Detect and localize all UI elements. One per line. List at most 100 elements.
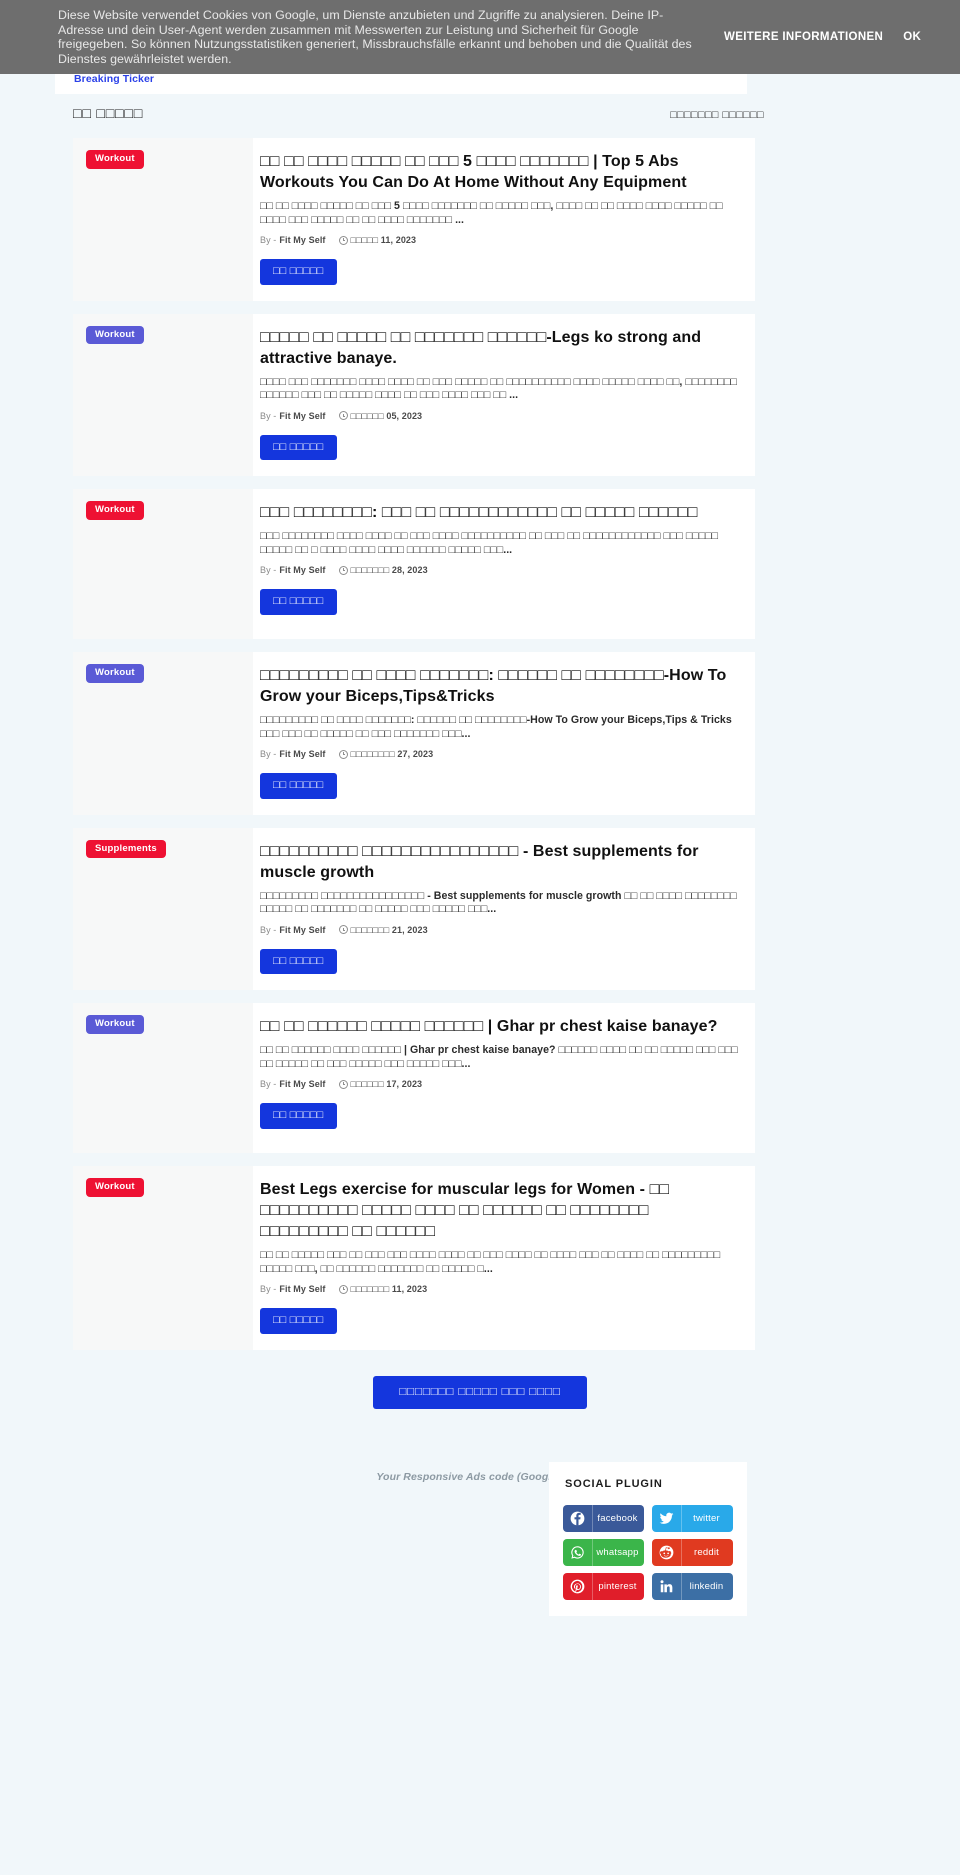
cookie-more-info-button[interactable]: WEITERE INFORMATIONEN	[724, 31, 883, 43]
pinterest-icon	[563, 1573, 593, 1600]
post-body: Best Legs exercise for muscular legs for…	[253, 1166, 755, 1350]
post-date: □□□□□□ 05, 2023	[350, 410, 423, 421]
post-author[interactable]: Fit My Self	[279, 749, 325, 759]
clock-icon	[338, 411, 348, 421]
load-more-button[interactable]: □□□□□□□ □□□□□ □□□ □□□□	[373, 1375, 587, 1409]
whatsapp-icon	[563, 1539, 593, 1566]
cookie-consent-banner: Diese Website verwendet Cookies von Goog…	[0, 0, 960, 75]
post-by-label: By -	[260, 1284, 277, 1295]
post-category-tag[interactable]: Workout	[86, 150, 144, 169]
post-meta: By - Fit My Self □□□□□□□□ 27, 2023	[260, 749, 739, 759]
post-title[interactable]: □□□ □□□□□□□□: □□□ □□ □□□□□□□□□□□□ □□ □□□…	[260, 502, 739, 523]
social-button-label: twitter	[693, 1513, 720, 1524]
post-meta: By - Fit My Self □□□□□□□ 11, 2023	[260, 1284, 739, 1294]
post-author[interactable]: Fit My Self	[279, 411, 325, 421]
post-by-label: By -	[260, 235, 277, 246]
post-meta: By - Fit My Self □□□□□□□ 21, 2023	[260, 925, 739, 935]
read-more-button[interactable]: □□ □□□□□	[260, 1103, 337, 1129]
post-thumbnail: Workout	[73, 1003, 253, 1154]
post-category-tag[interactable]: Workout	[86, 1178, 144, 1197]
post-thumbnail: Workout	[73, 138, 253, 301]
post-card: Workout □□□□□□□□□ □□ □□□□ □□□□□□□: □□□□□□…	[73, 652, 755, 815]
post-snippet: □□□□ □□□ □□□□□□□ □□□□ □□□□ □□ □□□ □□□□□ …	[260, 375, 737, 402]
post-category-tag[interactable]: Workout	[86, 501, 144, 520]
post-thumbnail: Workout	[73, 652, 253, 815]
read-more-button[interactable]: □□ □□□□□	[260, 589, 337, 615]
post-title[interactable]: □□ □□ □□□□□□ □□□□□ □□□□□□ | Ghar pr ches…	[260, 1016, 739, 1037]
post-snippet: □□□□□□□□□ □□ □□□□ □□□□□□□: □□□□□□ □□ □□□…	[260, 714, 732, 740]
social-button-pinterest[interactable]: pinterest	[563, 1573, 644, 1600]
post-snippet: □□ □□ □□□□□ □□□ □□ □□□ □□□ □□□□ □□□□ □□ …	[260, 1249, 721, 1275]
section-view-all-link[interactable]: □□□□□□□ □□□□□□	[670, 109, 764, 121]
load-more-container: □□□□□□□ □□□□□ □□□ □□□□	[0, 1375, 960, 1409]
post-body: □□□□□ □□ □□□□□ □□ □□□□□□□ □□□□□□-Legs ko…	[253, 314, 755, 477]
post-list: Workout □□ □□ □□□□ □□□□□ □□ □□□ 5 □□□□ □□…	[0, 138, 960, 1350]
post-body: □□□□□□□□□□ □□□□□□□□□□□□□□□□ - Best suppl…	[253, 828, 755, 991]
post-snippet: □□□□□□□□□ □□□□□□□□□□□□□□□□ - Best supple…	[260, 889, 737, 916]
post-date: □□□□□□□ 28, 2023	[350, 565, 428, 576]
social-plugin-buttons: facebook twitter whatsapp reddit pinterest li…	[563, 1505, 733, 1600]
post-category-tag[interactable]: Workout	[86, 325, 144, 345]
post-author[interactable]: Fit My Self	[279, 565, 325, 575]
post-card: Supplements □□□□□□□□□□ □□□□□□□□□□□□□□□□ -…	[73, 827, 755, 991]
post-title[interactable]: Best Legs exercise for muscular legs for…	[260, 1179, 739, 1242]
post-author[interactable]: Fit My Self	[279, 925, 325, 935]
section-header: □□ □□□□□ □□□□□□□ □□□□□□	[0, 98, 960, 138]
post-card: Workout □□ □□ □□□□ □□□□□ □□ □□□ 5 □□□□ □□…	[73, 138, 755, 301]
post-body: □□ □□ □□□□□□ □□□□□ □□□□□□ | Ghar pr ches…	[253, 1003, 755, 1153]
post-card: Workout □□□ □□□□□□□□: □□□ □□ □□□□□□□□□□□□…	[73, 489, 755, 640]
twitter-icon	[652, 1505, 682, 1532]
post-meta: By - Fit My Self □□□□□□ 17, 2023	[260, 1079, 739, 1089]
read-more-button[interactable]: □□ □□□□□	[260, 1308, 337, 1334]
reddit-icon	[652, 1539, 682, 1566]
post-thumbnail: Supplements	[73, 827, 253, 991]
clock-icon	[338, 565, 348, 575]
ads-placeholder: Your Responsive Ads code (Google Ads)	[376, 1470, 584, 1483]
social-button-whatsapp[interactable]: whatsapp	[563, 1539, 644, 1566]
social-button-label: linkedin	[689, 1581, 724, 1592]
post-author[interactable]: Fit My Self	[279, 235, 325, 245]
post-thumbnail: Workout	[73, 313, 253, 477]
post-title[interactable]: □□□□□□□□□ □□ □□□□ □□□□□□□: □□□□□□ □□ □□□…	[260, 665, 739, 707]
post-by-label: By -	[260, 565, 277, 576]
post-author[interactable]: Fit My Self	[279, 1284, 325, 1294]
social-button-twitter[interactable]: twitter	[652, 1505, 733, 1532]
cookie-ok-button[interactable]: OK	[903, 31, 921, 43]
read-more-button[interactable]: □□ □□□□□	[260, 948, 337, 975]
post-card: Workout □□ □□ □□□□□□ □□□□□ □□□□□□ | Ghar …	[73, 1003, 755, 1154]
post-title[interactable]: □□ □□ □□□□ □□□□□ □□ □□□ 5 □□□□ □□□□□□□ |…	[260, 151, 739, 193]
post-thumbnail: Workout	[73, 489, 253, 640]
clock-icon	[338, 749, 348, 759]
social-button-label: facebook	[597, 1513, 638, 1524]
post-category-tag[interactable]: Workout	[86, 1015, 144, 1034]
clock-icon	[338, 235, 348, 245]
social-button-linkedin[interactable]: linkedin	[652, 1573, 733, 1600]
social-button-facebook[interactable]: facebook	[563, 1505, 644, 1532]
post-category-tag[interactable]: Workout	[86, 664, 144, 683]
read-more-button[interactable]: □□ □□□□□	[260, 259, 337, 285]
social-button-label: whatsapp	[596, 1547, 639, 1558]
cookie-consent-actions: WEITERE INFORMATIONEN OK	[724, 31, 933, 43]
post-title[interactable]: □□□□□ □□ □□□□□ □□ □□□□□□□ □□□□□□-Legs ko…	[260, 327, 739, 369]
post-author[interactable]: Fit My Self	[279, 1079, 325, 1089]
read-more-button[interactable]: □□ □□□□□	[260, 773, 337, 799]
post-body: □□ □□ □□□□ □□□□□ □□ □□□ 5 □□□□ □□□□□□□ |…	[253, 138, 755, 301]
social-button-reddit[interactable]: reddit	[652, 1539, 733, 1566]
post-card: Workout Best Legs exercise for muscular l…	[73, 1166, 755, 1350]
post-date: □□□□□ 11, 2023	[350, 235, 417, 246]
facebook-icon	[563, 1505, 593, 1532]
post-body: □□□□□□□□□ □□ □□□□ □□□□□□□: □□□□□□ □□ □□□…	[253, 652, 755, 815]
post-meta: By - Fit My Self □□□□□ 11, 2023	[260, 235, 739, 245]
post-meta: By - Fit My Self □□□□□□ 05, 2023	[260, 411, 739, 421]
post-date: □□□□□□ 17, 2023	[350, 1079, 423, 1090]
post-date: □□□□□□□□ 27, 2023	[350, 749, 434, 760]
clock-icon	[338, 1284, 348, 1294]
post-snippet: □□ □□ □□□□□□ □□□□ □□□□□□ | Ghar pr chest…	[260, 1044, 738, 1070]
post-meta: By - Fit My Self □□□□□□□ 28, 2023	[260, 565, 739, 575]
read-more-button[interactable]: □□ □□□□□	[260, 434, 337, 461]
cookie-consent-message: Diese Website verwendet Cookies von Goog…	[58, 8, 692, 66]
post-category-tag[interactable]: Supplements	[86, 839, 166, 859]
social-button-label: pinterest	[598, 1581, 637, 1592]
social-button-label: reddit	[694, 1547, 719, 1558]
post-title[interactable]: □□□□□□□□□□ □□□□□□□□□□□□□□□□ - Best suppl…	[260, 841, 739, 883]
